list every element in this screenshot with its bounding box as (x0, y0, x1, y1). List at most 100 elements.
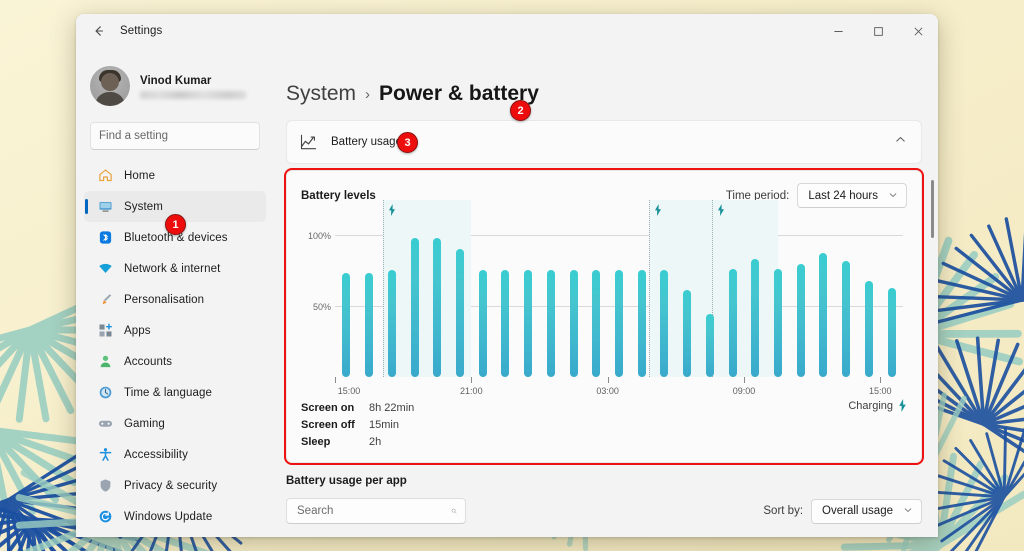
time-period-value: Last 24 hours (808, 189, 878, 202)
sidebar-item-accessibility[interactable]: Accessibility (84, 439, 266, 470)
window-titlebar: Settings (76, 14, 938, 48)
close-icon (914, 27, 922, 35)
update-refresh-icon (97, 509, 113, 525)
chart-x-tick (743, 377, 745, 383)
time-period-dropdown[interactable]: Last 24 hours (797, 183, 907, 208)
battery-usage-title: Battery usage (331, 136, 402, 148)
battery-levels-chart: 50% 100% 15:00 21:00 03:00 09:00 15:00 (301, 200, 907, 407)
sidebar-item-accounts[interactable]: Accounts (84, 346, 266, 377)
battery-usage-per-app-section: Battery usage per app Sort by: (286, 475, 922, 537)
sidebar-item-privacy-security[interactable]: Privacy & security (84, 470, 266, 501)
chart-line-icon (300, 134, 317, 150)
scrollbar-thumb[interactable] (931, 180, 934, 238)
chart-bar[interactable] (433, 237, 442, 377)
chart-bar[interactable] (592, 269, 601, 377)
chart-y-tick-label: 50% (312, 301, 331, 312)
search-icon (451, 508, 457, 514)
chart-bar[interactable] (705, 313, 714, 377)
chart-bar[interactable] (546, 269, 555, 377)
chart-x-tick-label: 09:00 (732, 386, 756, 396)
chart-bar[interactable] (342, 272, 351, 377)
window-title: Settings (120, 25, 163, 37)
chart-bar[interactable] (796, 264, 805, 377)
chart-bar[interactable] (864, 281, 873, 377)
search-setting-box[interactable] (90, 122, 260, 150)
chart-bar[interactable] (728, 268, 737, 377)
sort-by-dropdown[interactable]: Overall usage (811, 498, 922, 524)
chart-bar[interactable] (410, 237, 419, 377)
sidebar-item-label: Accounts (124, 355, 173, 368)
chart-bar[interactable] (751, 258, 760, 377)
sidebar-item-gaming[interactable]: Gaming (84, 408, 266, 439)
content-scrollbar[interactable] (930, 136, 935, 533)
chart-bar[interactable] (365, 272, 374, 377)
content-pane: System › Power & battery 2 Battery usage (274, 48, 938, 537)
network-icon (97, 261, 113, 277)
apps-icon (97, 323, 113, 339)
maximize-button[interactable] (858, 14, 898, 48)
sidebar-item-apps[interactable]: Apps (84, 315, 266, 346)
chevron-up-icon[interactable] (894, 133, 907, 151)
battery-usage-header[interactable]: Battery usage 3 (286, 120, 922, 164)
accounts-person-icon (97, 354, 113, 370)
chart-bar[interactable] (683, 289, 692, 377)
clock-globe-icon (97, 385, 113, 401)
battery-levels-card: Battery levels Time period: Last 24 hour… (284, 168, 924, 465)
chart-bar[interactable] (524, 269, 533, 377)
lightning-bolt-icon (654, 203, 662, 221)
system-display-icon (97, 199, 113, 215)
chart-x-tick (471, 377, 473, 383)
stat-row: Screen off 15min (301, 416, 907, 433)
close-button[interactable] (898, 14, 938, 48)
chart-bar[interactable] (842, 261, 851, 377)
sidebar-item-label: Home (124, 169, 156, 182)
chart-x-tick-label: 21:00 (460, 386, 483, 396)
chart-x-tick (335, 377, 336, 383)
stat-row: Screen on 8h 22min (301, 399, 907, 416)
sidebar-item-label: Gaming (124, 417, 165, 430)
minimize-icon (833, 30, 843, 32)
sidebar-item-windows-update[interactable]: Windows Update (84, 501, 266, 532)
breadcrumb-separator: › (365, 85, 371, 103)
chart-bar[interactable] (774, 268, 783, 377)
back-arrow-icon (95, 26, 104, 36)
back-button[interactable] (84, 18, 114, 44)
chart-bar[interactable] (615, 269, 623, 377)
chart-bar[interactable] (569, 269, 578, 377)
per-app-search-box[interactable] (286, 498, 466, 524)
sidebar-item-label: Privacy & security (124, 479, 218, 492)
chart-bar[interactable] (660, 269, 669, 377)
stat-key: Sleep (301, 435, 331, 448)
chart-bar[interactable] (501, 269, 510, 377)
sidebar-item-home[interactable]: Home (84, 160, 266, 191)
chart-bar[interactable] (637, 269, 646, 377)
sidebar-item-time-language[interactable]: Time & language (84, 377, 266, 408)
home-icon (97, 168, 113, 184)
lightning-bolt-icon (899, 399, 906, 412)
per-app-search-input[interactable] (297, 505, 451, 517)
sidebar-item-network-internet[interactable]: Network & internet (84, 253, 266, 284)
chart-bar[interactable] (887, 288, 896, 377)
avatar (90, 66, 130, 106)
chart-bars (335, 222, 903, 377)
shield-icon (97, 478, 113, 494)
sort-by-value: Overall usage (822, 505, 893, 517)
sidebar-item-label: Accessibility (124, 448, 188, 461)
maximize-icon (873, 26, 883, 36)
search-input[interactable] (99, 130, 253, 142)
stat-value: 2h (369, 435, 382, 448)
chart-bar[interactable] (455, 248, 464, 377)
sidebar-item-personalisation[interactable]: Personalisation (84, 284, 266, 315)
chart-bar[interactable] (478, 269, 487, 377)
personalisation-brush-icon (97, 292, 113, 308)
sidebar-item-label: Time & language (124, 386, 213, 399)
battery-stats: Screen on 8h 22min Screen off 15min Slee… (301, 399, 907, 450)
chart-bar[interactable] (387, 269, 396, 377)
minimize-button[interactable] (818, 14, 858, 48)
account-tile[interactable]: Vinod Kumar (84, 58, 266, 112)
sidebar-item-label: Apps (124, 324, 151, 337)
breadcrumb-root[interactable]: System (286, 82, 356, 106)
charging-legend-label: Charging (848, 399, 893, 412)
sidebar-item-label: Windows Update (124, 510, 213, 523)
chart-bar[interactable] (819, 253, 828, 377)
